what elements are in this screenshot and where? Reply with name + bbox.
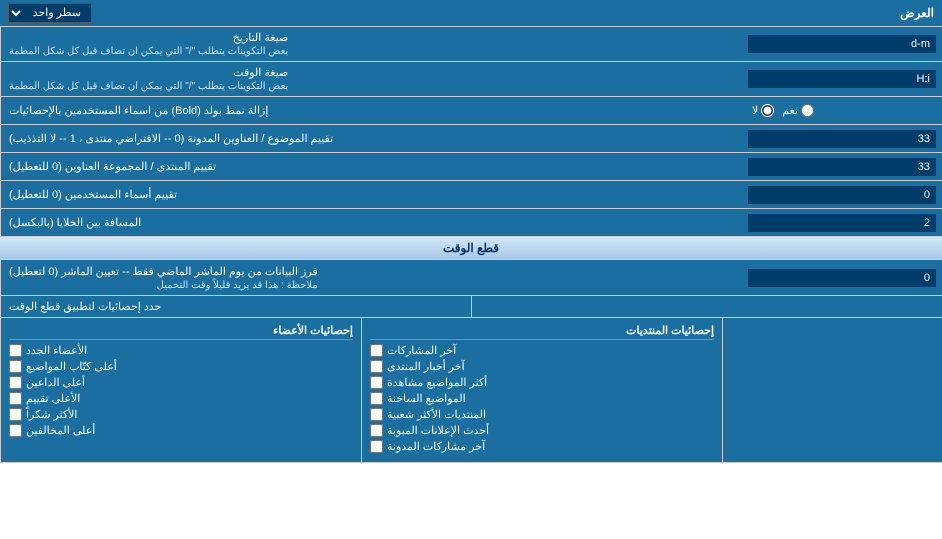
cell-spacing-row: المسافة بين الخلايا (بالبكسل) <box>0 209 942 237</box>
users-sort-label: تقييم أسماء المستخدمين (0 للتعطيل) <box>0 181 742 208</box>
check-member-6: أعلى المخالفين <box>9 424 353 437</box>
checkbox-member-5[interactable] <box>9 408 22 421</box>
date-format-input[interactable] <box>748 35 936 53</box>
date-format-label: صيغة التاريخ بعض التكوينات يتطلب "/" الت… <box>0 27 742 61</box>
stats-apply-row: حدد إحصائيات لتطبيق قطع الوقت <box>0 296 942 318</box>
check-member-5: الأكثر شكراً <box>9 408 353 421</box>
checkbox-member-4[interactable] <box>9 392 22 405</box>
time-format-input-area <box>742 62 942 96</box>
display-select[interactable]: سطر واحدسطرانثلاثة أسطر <box>8 3 92 23</box>
forum-sort-input[interactable] <box>748 158 936 176</box>
radio-yes[interactable] <box>801 104 814 117</box>
forum-sort-label: تقييم المنتدى / المجموعة العناوين (0 للت… <box>0 153 742 180</box>
time-format-input[interactable] <box>748 70 936 88</box>
users-sort-input[interactable] <box>748 186 936 204</box>
checkboxes-section: إحصائيات المنتديات آخر المشاركات آخر أخب… <box>0 318 942 463</box>
cutoff-section-header: قطع الوقت <box>0 237 942 260</box>
cell-spacing-input[interactable] <box>748 214 936 232</box>
topics-sort-label: تقييم الموضوع / العناوين المدونة (0 -- ا… <box>0 125 742 152</box>
bold-remove-row: نعم لا إزالة نمط بولد (Bold) من اسماء ال… <box>0 97 942 125</box>
checkbox-forum-4[interactable] <box>370 392 383 405</box>
checkbox-member-6[interactable] <box>9 424 22 437</box>
cell-spacing-label: المسافة بين الخلايا (بالبكسل) <box>0 209 742 236</box>
checkbox-member-2[interactable] <box>9 360 22 373</box>
cell-spacing-input-area <box>742 209 942 236</box>
check-member-1: الأعضاء الجدد <box>9 344 353 357</box>
check-member-3: أعلى الداعين <box>9 376 353 389</box>
checkbox-forum-2[interactable] <box>370 360 383 373</box>
radio-no[interactable] <box>761 104 774 117</box>
checkbox-forum-1[interactable] <box>370 344 383 357</box>
check-member-2: أعلى كتّاب المواضيع <box>9 360 353 373</box>
date-format-input-area <box>742 27 942 61</box>
filter-input[interactable] <box>748 269 936 287</box>
col-member-stats-header: إحصائيات الأعضاء <box>9 324 353 340</box>
radio-no-label[interactable]: لا <box>752 104 774 117</box>
users-sort-row: تقييم أسماء المستخدمين (0 للتعطيل) <box>0 181 942 209</box>
dropdown-area: سطر واحدسطرانثلاثة أسطر <box>8 3 92 23</box>
bold-radio-area: نعم لا <box>742 97 942 124</box>
topics-sort-input-area <box>742 125 942 152</box>
time-format-label: صيغة الوقت بعض التكوينات يتطلب "/" التي … <box>0 62 742 96</box>
time-format-row: صيغة الوقت بعض التكوينات يتطلب "/" التي … <box>0 62 942 97</box>
check-forum-5: المنتديات الأكثر شعبية <box>370 408 714 421</box>
check-forum-6: أحدث الإعلانات المبوبة <box>370 424 714 437</box>
radio-yes-label[interactable]: نعم <box>782 104 814 117</box>
check-forum-7: آخر مشاركات المدونة <box>370 440 714 453</box>
checkbox-forum-7[interactable] <box>370 440 383 453</box>
checkbox-forum-3[interactable] <box>370 376 383 389</box>
topics-sort-row: تقييم الموضوع / العناوين المدونة (0 -- ا… <box>0 125 942 153</box>
check-forum-1: آخر المشاركات <box>370 344 714 357</box>
col-forum-stats: إحصائيات المنتديات آخر المشاركات آخر أخب… <box>361 318 722 462</box>
col-member-stats: إحصائيات الأعضاء الأعضاء الجدد أعلى كتّا… <box>0 318 361 462</box>
check-forum-2: آخر أخبار المنتدى <box>370 360 714 373</box>
checkbox-forum-5[interactable] <box>370 408 383 421</box>
col-forum-stats-header: إحصائيات المنتديات <box>370 324 714 340</box>
header-label: العرض <box>900 6 934 20</box>
checkbox-forum-6[interactable] <box>370 424 383 437</box>
checkbox-member-3[interactable] <box>9 376 22 389</box>
forum-sort-row: تقييم المنتدى / المجموعة العناوين (0 للت… <box>0 153 942 181</box>
topics-sort-input[interactable] <box>748 130 936 148</box>
check-forum-3: أكثر المواضيع مشاهدة <box>370 376 714 389</box>
check-member-4: الأعلى تقييم <box>9 392 353 405</box>
forum-sort-input-area <box>742 153 942 180</box>
date-format-row: صيغة التاريخ بعض التكوينات يتطلب "/" الت… <box>0 27 942 62</box>
stats-apply-label: حدد إحصائيات لتطبيق قطع الوقت <box>0 296 471 317</box>
check-forum-4: المواضيع الساخنة <box>370 392 714 405</box>
header-row: العرض سطر واحدسطرانثلاثة أسطر <box>0 0 942 27</box>
main-container: العرض سطر واحدسطرانثلاثة أسطر صيغة التار… <box>0 0 942 463</box>
filter-input-area <box>742 260 942 295</box>
bold-remove-label: إزالة نمط بولد (Bold) من اسماء المستخدمي… <box>0 97 742 124</box>
filter-row: فرز البيانات من يوم الماشر الماضي فقط --… <box>0 260 942 296</box>
checkbox-member-1[interactable] <box>9 344 22 357</box>
users-sort-input-area <box>742 181 942 208</box>
filter-label: فرز البيانات من يوم الماشر الماضي فقط --… <box>0 260 742 295</box>
